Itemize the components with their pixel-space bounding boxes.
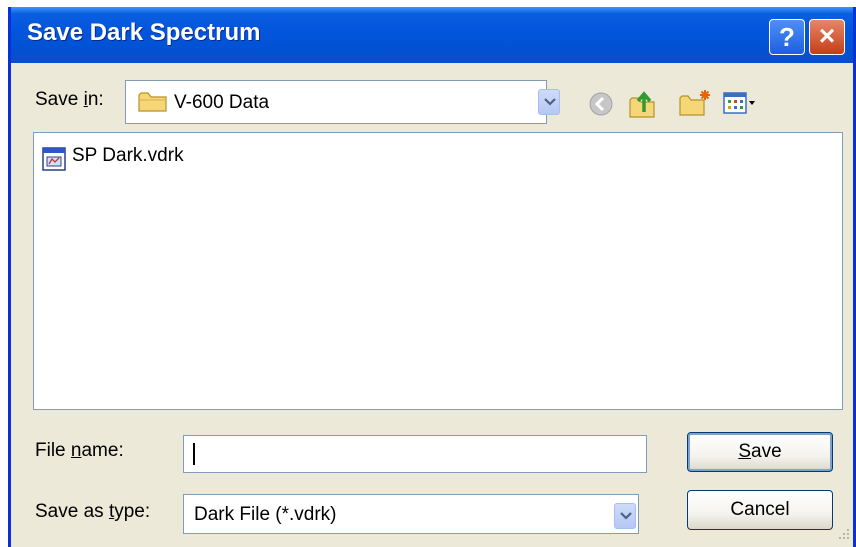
file-list[interactable]: SP Dark.vdrk bbox=[33, 132, 843, 410]
close-button[interactable]: × bbox=[809, 19, 845, 55]
save-in-label: Save in: bbox=[35, 89, 104, 110]
help-button[interactable]: ? bbox=[769, 19, 805, 55]
save-in-current-folder: V-600 Data bbox=[174, 92, 270, 113]
text-cursor bbox=[193, 443, 195, 465]
save-as-type-label: Save as type: bbox=[35, 501, 151, 522]
resize-grip-icon[interactable] bbox=[837, 527, 851, 546]
title-bar[interactable]: Save Dark Spectrum ? × bbox=[11, 7, 853, 63]
save-in-dropdown-button[interactable] bbox=[538, 89, 560, 115]
folder-icon bbox=[138, 91, 168, 118]
file-name-label: File name: bbox=[35, 440, 124, 461]
save-as-type-selected: Dark File (*.vdrk) bbox=[194, 504, 337, 525]
save-dialog: Save Dark Spectrum ? × Save in: V-600 Da… bbox=[8, 7, 856, 547]
file-name-input[interactable] bbox=[183, 435, 647, 473]
cancel-button[interactable]: Cancel bbox=[687, 490, 833, 530]
back-icon[interactable] bbox=[588, 91, 614, 122]
save-button[interactable]: Save bbox=[687, 432, 833, 472]
dialog-title: Save Dark Spectrum bbox=[27, 19, 261, 46]
file-name-text: SP Dark.vdrk bbox=[72, 145, 184, 166]
up-one-level-icon[interactable] bbox=[628, 88, 660, 125]
new-folder-icon[interactable] bbox=[678, 88, 712, 123]
save-as-type-dropdown-button[interactable] bbox=[614, 503, 636, 529]
save-in-combobox[interactable]: V-600 Data bbox=[125, 80, 547, 124]
save-as-type-combobox[interactable]: Dark File (*.vdrk) bbox=[183, 494, 639, 534]
views-menu-icon[interactable] bbox=[723, 91, 757, 122]
vdrk-file-icon bbox=[42, 147, 66, 176]
